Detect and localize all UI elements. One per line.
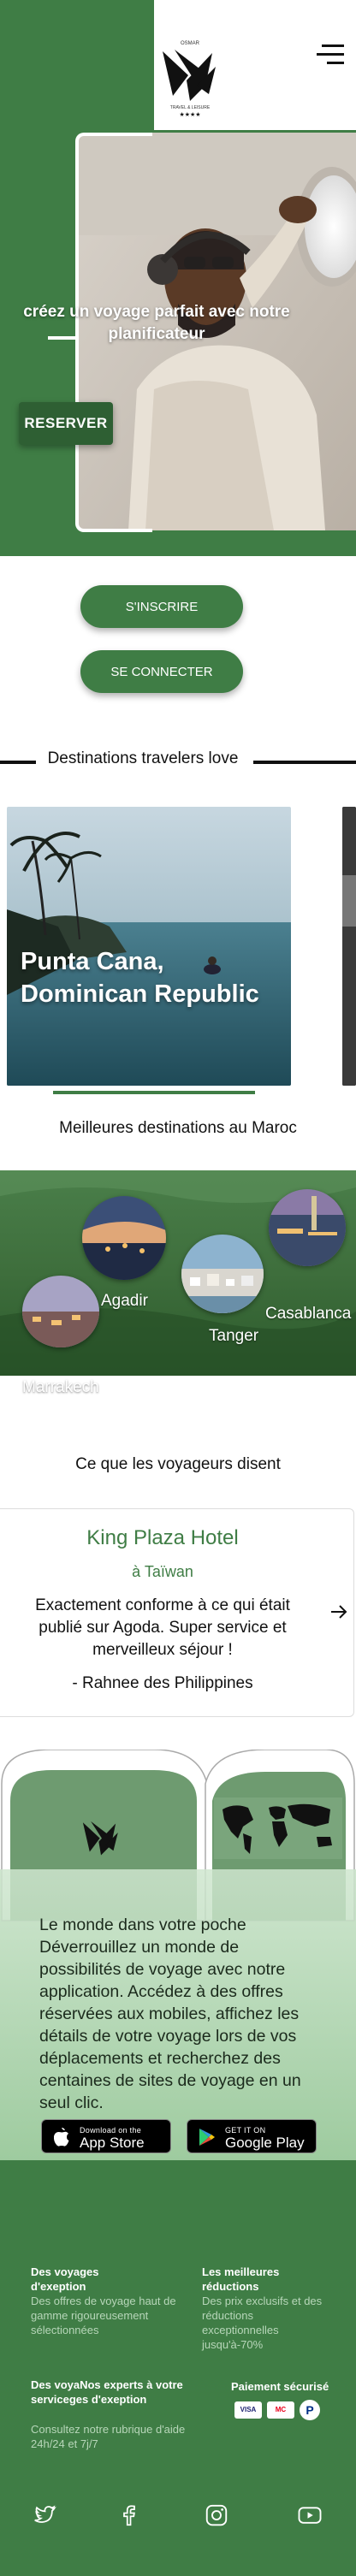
review-author: - Rahnee des Philippines xyxy=(72,1674,253,1692)
svg-text:TRAVEL & LEISURE: TRAVEL & LEISURE xyxy=(170,105,211,110)
city-label-tanger: Tanger xyxy=(209,1327,259,1345)
app-logo-icon xyxy=(75,1811,127,1872)
reserve-button[interactable]: RESERVER xyxy=(19,402,113,445)
review-location: à Taïwan xyxy=(132,1563,193,1580)
hamburger-menu-icon[interactable] xyxy=(317,44,344,67)
footer-col3-text: Consultez notre rubrique d'aide 24h/24 e… xyxy=(31,2423,186,2450)
review-text: Exactement conforme à ce qui était publi… xyxy=(35,1596,290,1659)
destination-card-title: Punta Cana, Dominican Republic xyxy=(21,948,259,1008)
city-label-agadir: Agadir xyxy=(101,1292,148,1310)
marrakech-image[interactable] xyxy=(22,1276,99,1347)
google-play-button[interactable]: GET IT ON Google Play xyxy=(187,2119,317,2153)
reviews-heading: Ce que les voyageurs disent xyxy=(75,1455,281,1473)
section-divider-left xyxy=(0,761,36,764)
footer-col2-text: Des prix exclusifs et des réductions exc… xyxy=(202,2295,323,2351)
youtube-icon[interactable] xyxy=(297,2502,323,2528)
app-store-small-label: Download on the xyxy=(80,2126,142,2135)
mobile-app-section: Le monde dans votre poche Déverrouillez … xyxy=(0,1750,356,2160)
apple-icon xyxy=(53,2128,69,2147)
arrow-right-icon[interactable] xyxy=(329,1602,349,1622)
visa-icon: VISA xyxy=(234,2401,262,2419)
instagram-icon[interactable] xyxy=(204,2502,229,2528)
svg-text:OSMAR: OSMAR xyxy=(181,41,200,46)
morocco-heading: Meilleures destinations au Maroc xyxy=(59,1119,297,1137)
city-label-marrakech: Marrakech xyxy=(22,1378,99,1396)
app-store-label: App Store xyxy=(80,2135,145,2151)
brand-logo[interactable]: OSMAR TRAVEL & LEISURE ★★★★ xyxy=(156,34,224,120)
agadir-image[interactable] xyxy=(82,1196,166,1280)
carousel-indicator xyxy=(53,1091,255,1094)
footer-col1-text: Des offres de voyage haut de gamme rigou… xyxy=(31,2295,176,2336)
footer-col4-title: Paiement sécurisé xyxy=(231,2380,329,2393)
svg-text:★★★★: ★★★★ xyxy=(179,111,200,118)
review-card: King Plaza Hotel à Taïwan Exactement con… xyxy=(0,1508,354,1717)
app-description: Le monde dans votre poche Déverrouillez … xyxy=(39,1916,301,2112)
paypal-icon: P xyxy=(300,2400,320,2420)
section-divider-right xyxy=(253,761,356,764)
destination-card[interactable]: Punta Cana, Dominican Republic xyxy=(7,807,291,1086)
world-map-icon xyxy=(214,1797,342,1863)
facebook-icon[interactable] xyxy=(116,2502,141,2528)
google-play-icon xyxy=(199,2129,215,2146)
google-play-label: Google Play xyxy=(225,2135,305,2151)
login-button[interactable]: SE CONNECTER xyxy=(80,650,243,693)
app-store-button[interactable]: Download on the App Store xyxy=(41,2119,171,2153)
mastercard-icon: MC xyxy=(267,2401,294,2419)
footer-col2-title: Les meilleures réductions xyxy=(202,2265,280,2293)
hero-title-dash xyxy=(48,336,75,340)
casablanca-image[interactable] xyxy=(269,1189,346,1266)
destination-card-next[interactable] xyxy=(342,807,356,1086)
city-label-casablanca: Casablanca xyxy=(265,1305,352,1323)
tanger-image[interactable] xyxy=(181,1235,264,1313)
footer-col3-title: Des voyaNos experts à votre serviceges d… xyxy=(31,2378,183,2406)
twitter-icon[interactable] xyxy=(31,2502,56,2528)
review-hotel-name: King Plaza Hotel xyxy=(86,1526,239,1549)
google-play-small-label: GET IT ON xyxy=(225,2126,266,2135)
signup-button[interactable]: S'INSCRIRE xyxy=(80,585,243,628)
destinations-heading: Destinations travelers love xyxy=(47,749,239,767)
footer-col1-title: Des voyages d'exeption xyxy=(31,2265,99,2293)
